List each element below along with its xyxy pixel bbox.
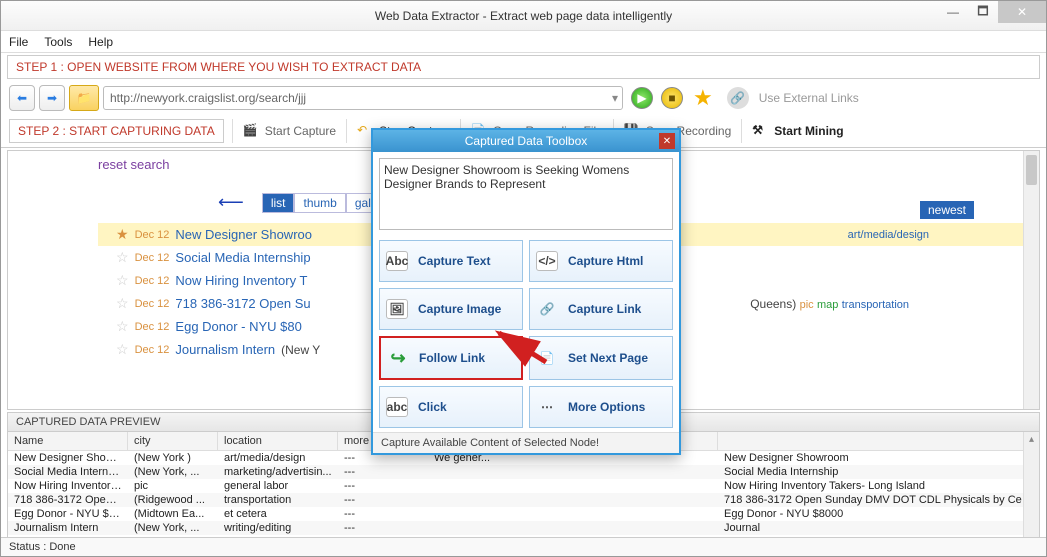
page-back-icon[interactable]: ⟵	[218, 192, 244, 213]
back-button[interactable]: ⬅	[9, 85, 35, 111]
sort-newest[interactable]: newest	[920, 201, 974, 219]
viewmode-thumb[interactable]: thumb	[294, 193, 345, 213]
open-folder-button[interactable]: 📁	[69, 85, 99, 111]
record-icon: 🎬	[243, 123, 259, 139]
url-text: http://newyork.craigslist.org/search/jjj	[110, 91, 306, 105]
play-icon: ▶	[637, 91, 646, 105]
grid-row[interactable]: Now Hiring Inventory Takers- ...picgener…	[8, 479, 1039, 493]
listing-title[interactable]: Social Media Internship	[175, 250, 310, 265]
listing-title[interactable]: Now Hiring Inventory T	[175, 273, 307, 288]
external-links-label[interactable]: Use External Links	[759, 91, 859, 105]
arrow-left-icon: ⬅	[17, 91, 27, 105]
start-capture-button[interactable]: 🎬Start Capture	[232, 119, 346, 143]
dialog-title: Captured Data Toolbox	[465, 134, 588, 148]
image-icon: 🖼	[386, 299, 408, 319]
arrow-right-icon: ➡	[47, 91, 57, 105]
maximize-button[interactable]: 🗖	[968, 1, 998, 23]
listing-date: Dec 12	[135, 344, 170, 356]
window-titlebar: Web Data Extractor - Extract web page da…	[1, 1, 1046, 31]
menu-help[interactable]: Help	[88, 35, 113, 49]
grid-row[interactable]: Egg Donor - NYU $8000(Midtown Ea...et ce…	[8, 507, 1039, 521]
listing-category[interactable]: art/media/design	[848, 229, 929, 241]
follow-icon: ↪	[387, 348, 409, 368]
listing-date: Dec 12	[135, 229, 170, 241]
step1-header: STEP 1 : OPEN WEBSITE FROM WHERE YOU WIS…	[7, 55, 1040, 79]
more-icon: ⋯	[536, 397, 558, 417]
capture-link-button[interactable]: 🔗Capture Link	[529, 288, 673, 330]
dialog-close-button[interactable]: ✕	[659, 133, 675, 149]
text-icon: Abc	[386, 251, 408, 271]
star-icon[interactable]: ☆	[116, 295, 129, 312]
grid-row[interactable]: 718 386-3172 Open Sunday ...(Ridgewood .…	[8, 493, 1039, 507]
grid-scrollbar[interactable]: ▴▾	[1023, 432, 1039, 549]
status-bar: Status : Done	[1, 537, 1046, 556]
scrollbar-thumb[interactable]	[1026, 155, 1037, 185]
folder-icon: 📁	[77, 91, 92, 105]
col-name[interactable]: Name	[8, 432, 128, 450]
dialog-titlebar[interactable]: Captured Data Toolbox ✕	[373, 130, 679, 152]
capture-text-button[interactable]: AbcCapture Text	[379, 240, 523, 282]
close-button[interactable]: ✕	[998, 1, 1046, 23]
go-button[interactable]: ▶	[631, 87, 653, 109]
captured-text-box[interactable]: New Designer Showroom is Seeking Womens …	[379, 158, 673, 230]
listing-title[interactable]: Egg Donor - NYU $80	[175, 319, 301, 334]
listing-date: Dec 12	[135, 252, 170, 264]
listing-title[interactable]: New Designer Showroo	[175, 227, 312, 242]
listing-date: Dec 12	[135, 321, 170, 333]
stop-icon: ■	[668, 91, 675, 105]
capture-html-button[interactable]: </>Capture Html	[529, 240, 673, 282]
star-icon[interactable]: ☆	[116, 341, 129, 358]
star-icon[interactable]: ☆	[116, 249, 129, 266]
html-icon: </>	[536, 251, 558, 271]
forward-button[interactable]: ➡	[39, 85, 65, 111]
menu-file[interactable]: File	[9, 35, 28, 49]
external-links-icon: 🔗	[727, 87, 749, 109]
listing-title[interactable]: 718 386-3172 Open Su	[175, 296, 310, 311]
menu-tools[interactable]: Tools	[44, 35, 72, 49]
star-icon[interactable]: ★	[116, 226, 129, 243]
grid-row[interactable]: Social Media Internship(New York, ...mar…	[8, 465, 1039, 479]
captured-data-toolbox-dialog: Captured Data Toolbox ✕ New Designer Sho…	[371, 128, 681, 455]
page-icon: 📄	[536, 348, 558, 368]
capture-image-button[interactable]: 🖼Capture Image	[379, 288, 523, 330]
listing-date: Dec 12	[135, 298, 170, 310]
mining-icon: ⚒	[752, 123, 768, 139]
col-city[interactable]: city	[128, 432, 218, 450]
window-controls: — 🗖 ✕	[938, 1, 1046, 23]
link-icon: 🔗	[536, 299, 558, 319]
listing-tail: Queens) pic map transportation	[750, 297, 909, 311]
minimize-button[interactable]: —	[938, 1, 968, 23]
url-input[interactable]: http://newyork.craigslist.org/search/jjj…	[103, 86, 623, 110]
listing-date: Dec 12	[135, 275, 170, 287]
url-dropdown-icon[interactable]: ▾	[612, 91, 618, 105]
more-options-button[interactable]: ⋯More Options	[529, 386, 673, 428]
start-mining-button[interactable]: ⚒Start Mining	[741, 119, 853, 143]
toolbox-button-grid: AbcCapture Text </>Capture Html 🖼Capture…	[373, 236, 679, 432]
listing-title[interactable]: Journalism Intern	[175, 342, 275, 357]
window-title: Web Data Extractor - Extract web page da…	[375, 9, 672, 23]
click-button[interactable]: abcClick	[379, 386, 523, 428]
star-icon[interactable]: ☆	[116, 318, 129, 335]
grid-row[interactable]: Journalism Intern(New York, ...writing/e…	[8, 521, 1039, 535]
star-icon[interactable]: ☆	[116, 272, 129, 289]
follow-link-button[interactable]: ↪Follow Link	[379, 336, 523, 380]
content-scrollbar[interactable]	[1023, 151, 1039, 409]
favorite-button[interactable]: ★	[693, 85, 713, 111]
step2-header: STEP 2 : START CAPTURING DATA	[9, 119, 224, 143]
set-next-page-button[interactable]: 📄Set Next Page	[529, 336, 673, 380]
listing-location: (New Y	[281, 343, 320, 357]
scroll-up-icon[interactable]: ▴	[1024, 432, 1039, 446]
url-toolbar: ⬅ ➡ 📁 http://newyork.craigslist.org/sear…	[1, 81, 1046, 115]
menubar: File Tools Help	[1, 31, 1046, 53]
col-location[interactable]: location	[218, 432, 338, 450]
click-icon: abc	[386, 397, 408, 417]
stop-button[interactable]: ■	[661, 87, 683, 109]
dialog-footer: Capture Available Content of Selected No…	[373, 432, 679, 453]
viewmode-list[interactable]: list	[262, 193, 295, 213]
